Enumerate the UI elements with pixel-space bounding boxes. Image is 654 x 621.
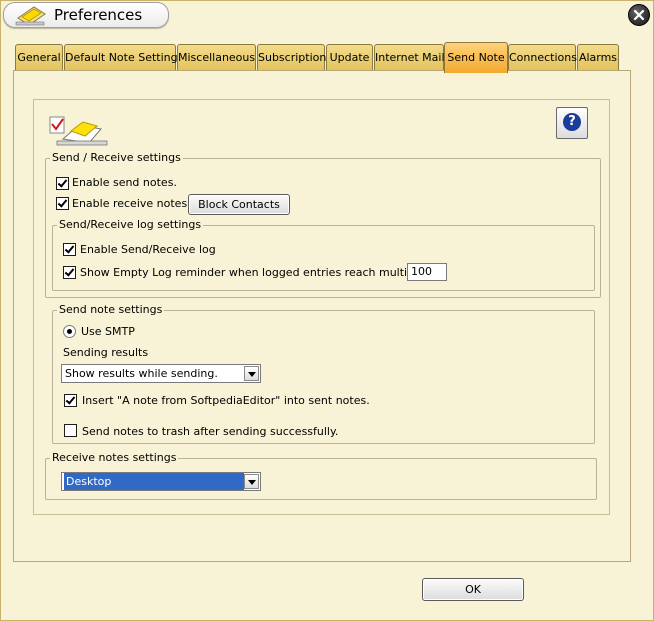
empty-log-label: Show Empty Log reminder when logged entr… xyxy=(80,266,444,279)
window-title: Preferences xyxy=(54,6,143,24)
chevron-down-icon xyxy=(244,366,259,381)
close-button[interactable] xyxy=(628,4,650,26)
enable-send-label: Enable send notes. xyxy=(72,176,177,189)
insert-note-checkbox[interactable] xyxy=(64,394,77,407)
title-bar: Preferences xyxy=(3,2,169,28)
enable-log-checkbox[interactable] xyxy=(63,243,76,256)
tab-default-note-settings[interactable]: Default Note Settings xyxy=(64,44,183,71)
enable-log-label: Enable Send/Receive log xyxy=(80,243,216,256)
close-icon xyxy=(633,9,645,21)
empty-log-checkbox[interactable] xyxy=(63,266,76,279)
trash-notes-checkbox[interactable] xyxy=(64,424,77,437)
app-note-icon xyxy=(15,6,46,26)
log-settings-legend: Send/Receive log settings xyxy=(57,218,204,231)
help-icon: ? xyxy=(563,113,581,131)
ok-button[interactable]: OK xyxy=(422,578,524,601)
send-receive-legend: Send / Receive settings xyxy=(50,151,183,164)
enable-receive-label: Enable receive notes. xyxy=(72,197,191,210)
tab-subscription[interactable]: Subscription xyxy=(257,44,326,71)
sending-results-value: Show results while sending. xyxy=(65,367,218,380)
receive-settings-legend: Receive notes settings xyxy=(50,451,179,464)
send-note-icon xyxy=(49,116,108,146)
trash-notes-label: Send notes to trash after sending succes… xyxy=(82,425,339,438)
enable-send-checkbox[interactable] xyxy=(56,177,69,190)
sending-results-dropdown[interactable]: Show results while sending. xyxy=(61,364,261,383)
receive-location-dropdown[interactable]: Desktop xyxy=(61,472,261,491)
chevron-down-icon xyxy=(244,474,259,489)
tab-general[interactable]: General xyxy=(15,44,63,71)
tab-update[interactable]: Update xyxy=(326,44,373,71)
insert-note-label: Insert "A note from SoftpediaEditor" int… xyxy=(82,394,370,407)
use-smtp-radio[interactable] xyxy=(63,325,76,338)
use-smtp-label: Use SMTP xyxy=(81,325,135,338)
tab-miscellaneous[interactable]: Miscellaneous xyxy=(177,44,256,71)
tab-alarms[interactable]: Alarms xyxy=(577,44,619,71)
help-button[interactable]: ? xyxy=(556,107,588,139)
send-note-settings-legend: Send note settings xyxy=(57,303,165,316)
sending-results-label: Sending results xyxy=(63,346,149,359)
tab-internet-mail[interactable]: Internet Mail xyxy=(374,44,445,71)
log-settings-group: Send/Receive log settings xyxy=(52,218,595,291)
log-multiple-field[interactable]: 100 xyxy=(407,263,447,281)
tab-send-note[interactable]: Send Note xyxy=(444,42,508,73)
enable-receive-checkbox[interactable] xyxy=(56,197,69,210)
preferences-window: Preferences General Default Note Setting… xyxy=(0,0,654,621)
block-contacts-button[interactable]: Block Contacts xyxy=(188,194,290,215)
receive-location-value: Desktop xyxy=(64,473,244,490)
tab-connections[interactable]: Connections xyxy=(508,44,577,71)
